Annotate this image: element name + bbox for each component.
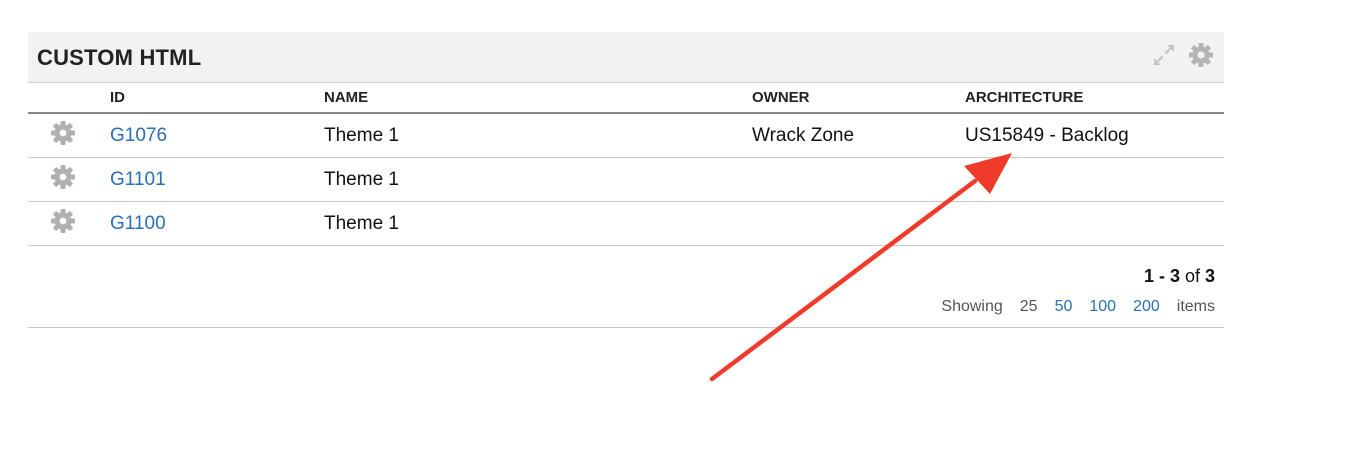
annotation-arrow xyxy=(709,153,1012,382)
arrow-head xyxy=(964,153,1012,194)
arrow-shaft xyxy=(709,178,978,382)
